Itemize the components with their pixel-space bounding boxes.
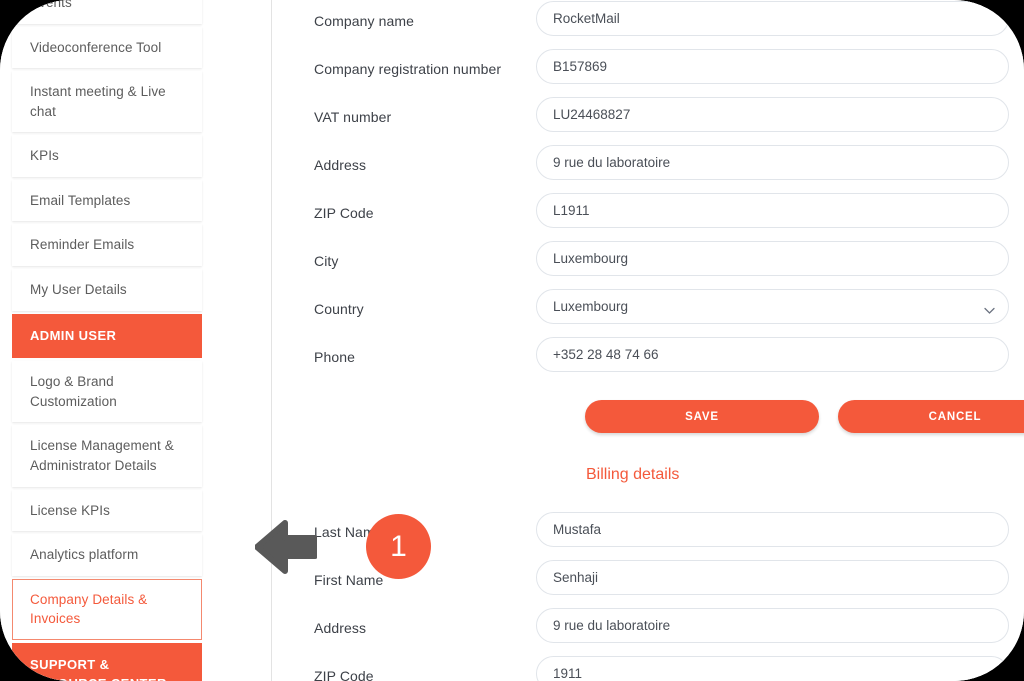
- form-row-first-name: First Name: [272, 560, 1024, 608]
- form-row-address: Address: [272, 145, 1024, 193]
- field-label-zip-code: ZIP Code: [314, 205, 374, 221]
- sidebar-item-reminder-emails[interactable]: Reminder Emails: [12, 224, 202, 266]
- sidebar-item-label: KPIs: [30, 148, 59, 164]
- field-input-company-name[interactable]: [536, 1, 1009, 36]
- field-label-vat-number: VAT number: [314, 109, 392, 125]
- field-input-company-registration-number[interactable]: [536, 49, 1009, 84]
- sidebar-item-label: SUPPORT & RESOURCE CENTER: [30, 656, 166, 681]
- sidebar-item-label: Reminder Emails: [30, 237, 135, 253]
- sidebar-item-instant-meeting-live-chat[interactable]: Instant meeting & Live chat: [12, 71, 202, 133]
- field-input-last-name[interactable]: [536, 512, 1009, 547]
- field-label-last-name: Last Name: [314, 524, 383, 540]
- field-label-city: City: [314, 253, 339, 269]
- sidebar-item-email-templates[interactable]: Email Templates: [12, 179, 202, 222]
- field-input-address[interactable]: [536, 608, 1009, 643]
- sidebar-item-events[interactable]: Events: [12, 0, 202, 24]
- field-label-first-name: First Name: [314, 572, 384, 588]
- field-label-country: Country: [314, 301, 364, 317]
- field-select-country[interactable]: Luxembourg: [536, 289, 1009, 324]
- field-input-vat-number[interactable]: [536, 97, 1009, 132]
- field-label-company-name: Company name: [314, 13, 415, 29]
- sidebar-item-license-management-administrator-details[interactable]: License Management & Administrator Detai…: [12, 425, 202, 487]
- sidebar-item-videoconference-tool[interactable]: Videoconference Tool: [12, 26, 202, 69]
- sidebar-item-label: License Management & Administrator Detai…: [30, 438, 174, 474]
- sidebar-item-company-details-invoices[interactable]: Company Details & Invoices: [12, 578, 202, 640]
- sidebar-item-kpis[interactable]: KPIs: [12, 135, 202, 177]
- app-window: Events Videoconference Tool Instant meetin…: [0, 0, 1024, 681]
- field-label-zip-code: ZIP Code: [314, 668, 374, 681]
- save-button[interactable]: SAVE: [585, 400, 819, 433]
- sidebar-item-label: Logo & Brand Customization: [30, 374, 117, 409]
- field-input-first-name[interactable]: [536, 560, 1009, 595]
- cancel-button[interactable]: CANCEL: [838, 400, 1024, 433]
- sidebar-item-license-kpis[interactable]: License KPIs: [12, 489, 202, 532]
- form-row-city: City: [272, 241, 1024, 289]
- form-row-company-registration-number: Company registration number: [272, 49, 1024, 97]
- field-label-phone: Phone: [314, 349, 355, 365]
- sidebar-item-label: Company Details & Invoices: [30, 591, 148, 627]
- field-input-address[interactable]: [536, 145, 1009, 180]
- sidebar-item-admin-user[interactable]: ADMIN USER: [12, 313, 202, 359]
- sidebar-item-label: Videoconference Tool: [30, 39, 162, 55]
- form-row-zip-code: ZIP Code: [272, 193, 1024, 241]
- sidebar-item-support-resource-center[interactable]: SUPPORT & RESOURCE CENTER: [12, 642, 202, 681]
- field-input-city[interactable]: [536, 241, 1009, 276]
- field-input-zip-code[interactable]: [536, 656, 1009, 681]
- field-input-zip-code[interactable]: [536, 193, 1009, 228]
- field-select-wrap-country: Luxembourg: [536, 289, 1009, 324]
- field-label-address: Address: [314, 157, 367, 173]
- sidebar-item-label: My User Details: [30, 281, 127, 297]
- sidebar-item-analytics-platform[interactable]: Analytics platform: [12, 534, 202, 576]
- form-row-zip-code: ZIP Code: [272, 656, 1024, 681]
- form-row-company-name: Company name: [272, 1, 1024, 49]
- sidebar-item-label: Events: [30, 0, 72, 10]
- main-content: Company name Company registration number V…: [272, 0, 1024, 681]
- field-label-address: Address: [314, 620, 367, 636]
- billing-details-heading: Billing details: [586, 466, 680, 483]
- sidebar-item-label: ADMIN USER: [30, 327, 117, 343]
- form-row-address: Address: [272, 608, 1024, 656]
- form-row-country: Country Luxembourg: [272, 289, 1024, 337]
- form-row-last-name: Last Name: [272, 512, 1024, 560]
- sidebar-item-label: Email Templates: [30, 192, 131, 208]
- form-row-vat-number: VAT number: [272, 97, 1024, 145]
- sidebar: Events Videoconference Tool Instant meetin…: [0, 0, 272, 681]
- sidebar-item-logo-brand-customization[interactable]: Logo & Brand Customization: [12, 361, 202, 423]
- sidebar-item-my-user-details[interactable]: My User Details: [12, 268, 202, 311]
- sidebar-nav-list: Events Videoconference Tool Instant meetin…: [12, 0, 202, 681]
- sidebar-item-label: Instant meeting & Live chat: [30, 84, 166, 119]
- field-input-phone[interactable]: [536, 337, 1009, 372]
- form-row-phone: Phone: [272, 337, 1024, 385]
- sidebar-item-label: Analytics platform: [30, 547, 139, 563]
- field-label-company-registration-number: Company registration number: [314, 61, 502, 77]
- sidebar-item-label: License KPIs: [30, 502, 110, 518]
